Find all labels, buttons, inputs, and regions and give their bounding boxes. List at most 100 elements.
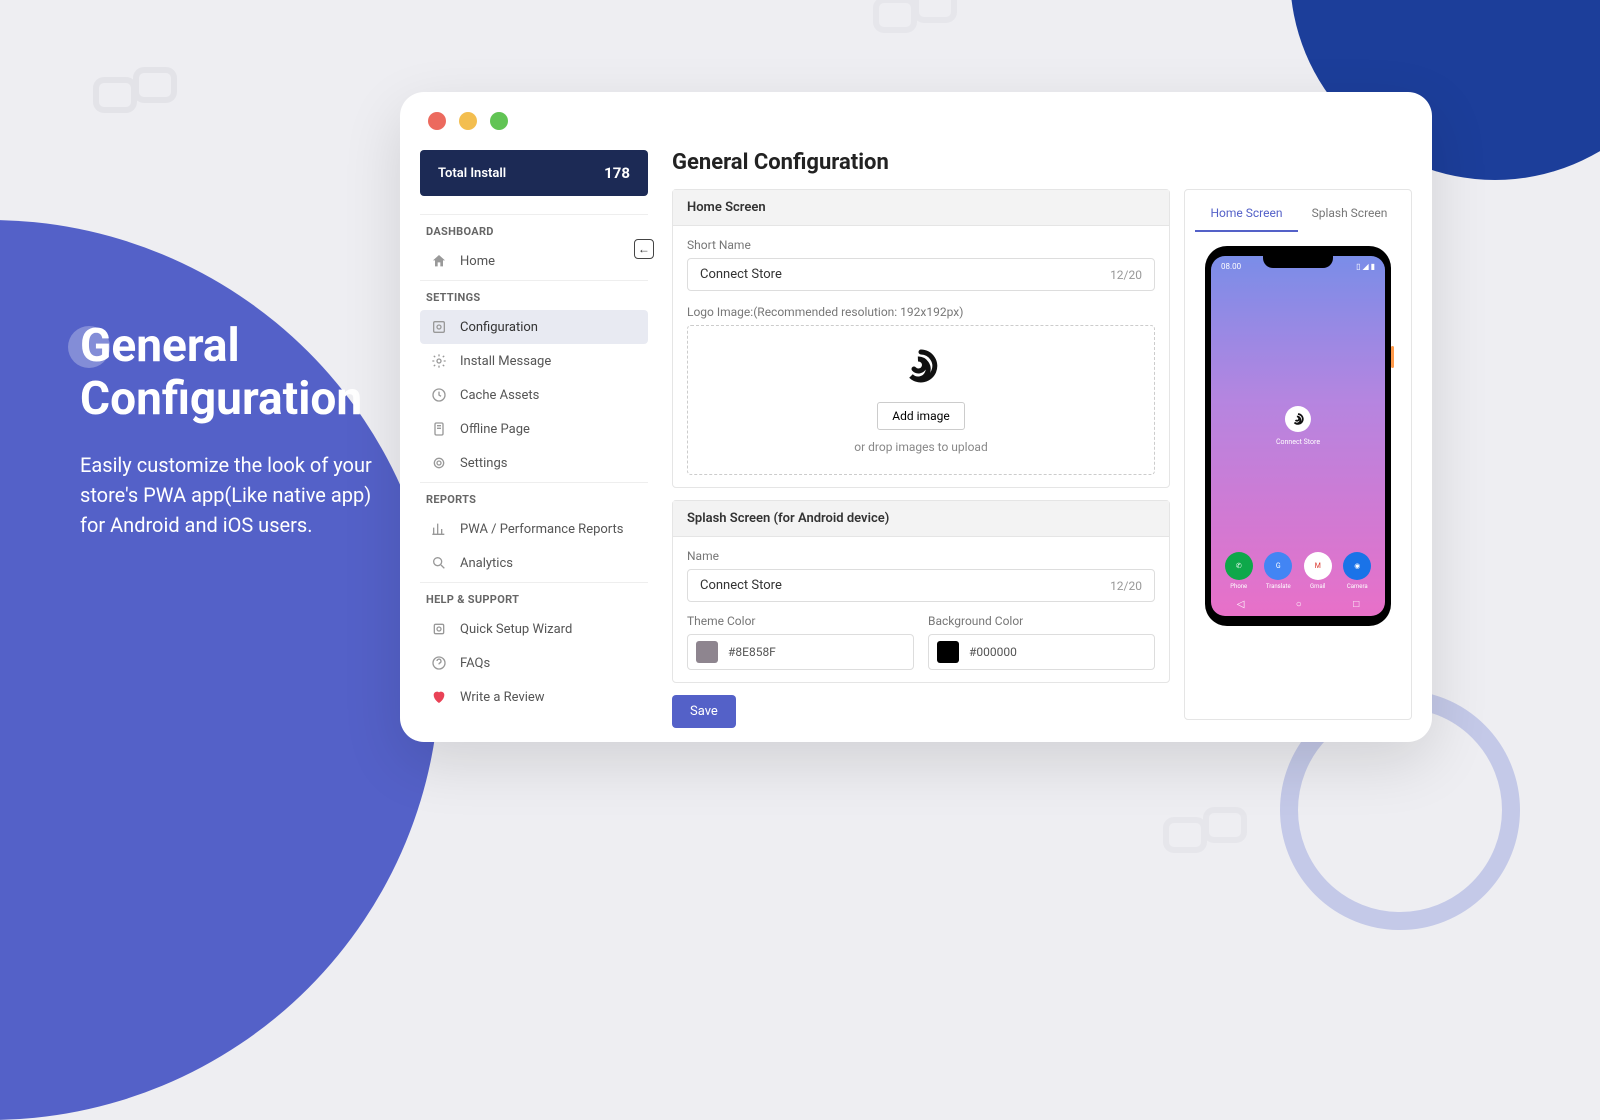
heart-icon [430, 688, 448, 706]
sidebar-item-label: Quick Setup Wizard [460, 622, 572, 637]
phone-mockup: 08.00 ▯ ◢ ▮ Connect Store ✆Phone GTransl… [1205, 246, 1391, 626]
sidebar-item-label: Cache Assets [460, 388, 539, 403]
traffic-lights [400, 92, 1432, 150]
short-name-label: Short Name [687, 238, 1155, 252]
chain-icon [870, 0, 960, 40]
marketing-desc: Easily customize the look of your store'… [80, 450, 380, 540]
splash-name-input[interactable] [700, 578, 1110, 593]
main-content: General Configuration Home Screen Short … [672, 150, 1412, 720]
sidebar: Total Install 178 DASHBOARD ← Home SETTI… [420, 150, 648, 720]
app-icon [1285, 406, 1311, 432]
signal-icon: ▯ ◢ ▮ [1356, 262, 1375, 271]
sidebar-item-analytics[interactable]: Analytics [420, 546, 648, 580]
power-button-icon [1391, 346, 1394, 368]
short-name-input[interactable] [700, 267, 1110, 282]
splash-name-label: Name [687, 549, 1155, 563]
sidebar-item-install-message[interactable]: Install Message [420, 344, 648, 378]
sidebar-header-settings: SETTINGS [420, 280, 648, 310]
bg-color-value: #000000 [969, 645, 1017, 659]
theme-color-value: #8E858F [728, 645, 776, 659]
install-label: Total Install [438, 166, 506, 181]
close-icon[interactable] [428, 112, 446, 130]
drop-hint: or drop images to upload [708, 440, 1134, 454]
gmail-app-icon: M [1304, 552, 1332, 580]
chain-icon [90, 60, 180, 120]
help-icon [430, 654, 448, 672]
marketing-copy: General Configuration Easily customize t… [80, 320, 380, 540]
sidebar-item-label: Write a Review [460, 690, 545, 705]
sidebar-item-offline-page[interactable]: Offline Page [420, 412, 648, 446]
gear-icon [430, 352, 448, 370]
camera-app-icon: ◉ [1343, 552, 1371, 580]
sidebar-header-reports: REPORTS [420, 482, 648, 512]
logo-label: Logo Image:(Recommended resolution: 192x… [687, 305, 1155, 319]
sidebar-item-faqs[interactable]: FAQs [420, 646, 648, 680]
logo-preview [708, 346, 1134, 390]
home-icon [430, 252, 448, 270]
sidebar-item-label: Home [460, 254, 495, 269]
phone-screen: 08.00 ▯ ◢ ▮ Connect Store ✆Phone GTransl… [1211, 256, 1385, 616]
preview-panel: Home Screen Splash Screen 08.00 ▯ ◢ ▮ [1184, 189, 1412, 720]
total-installs-card: Total Install 178 [420, 150, 648, 196]
sidebar-item-home[interactable]: Home [420, 244, 648, 278]
sidebar-item-pwa-reports[interactable]: PWA / Performance Reports [420, 512, 648, 546]
sidebar-item-label: FAQs [460, 656, 490, 671]
sidebar-item-label: PWA / Performance Reports [460, 522, 623, 537]
browser-window: Total Install 178 DASHBOARD ← Home SETTI… [400, 92, 1432, 742]
android-nav: ◁ ○ □ [1211, 599, 1385, 610]
save-button[interactable]: Save [672, 695, 736, 728]
home-circle-icon: ○ [1296, 599, 1302, 610]
wizard-icon [430, 620, 448, 638]
sidebar-item-cache-assets[interactable]: Cache Assets [420, 378, 648, 412]
panel-splash: Splash Screen (for Android device) Name … [672, 500, 1170, 683]
sidebar-header-help: HELP & SUPPORT [420, 582, 648, 612]
translate-app-icon: G [1264, 552, 1292, 580]
notch [1263, 256, 1333, 268]
splash-name-counter: 12/20 [1110, 579, 1142, 593]
sidebar-header-dashboard: DASHBOARD ← [420, 214, 648, 244]
app-name: Connect Store [1276, 438, 1320, 446]
spiral-icon [901, 346, 941, 386]
sidebar-item-label: Settings [460, 456, 507, 471]
status-time: 08.00 [1221, 262, 1241, 271]
config-icon [430, 318, 448, 336]
sidebar-item-label: Offline Page [460, 422, 530, 437]
marketing-title-2: Configuration [80, 372, 362, 426]
app-shortcut: Connect Store [1276, 406, 1320, 446]
accent-dot [68, 326, 110, 368]
minimize-icon[interactable] [459, 112, 477, 130]
chart-icon [430, 520, 448, 538]
sidebar-item-setup-wizard[interactable]: Quick Setup Wizard [420, 612, 648, 646]
bg-color-label: Background Color [928, 614, 1155, 628]
swatch-icon [696, 641, 718, 663]
panel-header: Splash Screen (for Android device) [673, 501, 1169, 537]
install-count: 178 [604, 164, 630, 182]
tab-splash-screen[interactable]: Splash Screen [1298, 200, 1401, 232]
sidebar-item-label: Analytics [460, 556, 513, 571]
gear-icon [430, 454, 448, 472]
short-name-input-wrap: 12/20 [687, 258, 1155, 291]
sidebar-item-settings[interactable]: Settings [420, 446, 648, 480]
collapse-sidebar-button[interactable]: ← [634, 239, 654, 259]
short-name-counter: 12/20 [1110, 268, 1142, 282]
theme-color-input[interactable]: #8E858F [687, 634, 914, 670]
logo-dropzone[interactable]: Add image or drop images to upload [687, 325, 1155, 475]
panel-header: Home Screen [673, 190, 1169, 226]
cache-icon [430, 386, 448, 404]
panel-home-screen: Home Screen Short Name 12/20 Logo Image:… [672, 189, 1170, 488]
sidebar-item-configuration[interactable]: Configuration [420, 310, 648, 344]
back-icon: ◁ [1237, 599, 1245, 610]
dock: ✆Phone GTranslate MGmail ◉Camera [1211, 552, 1385, 590]
maximize-icon[interactable] [490, 112, 508, 130]
bg-color-input[interactable]: #000000 [928, 634, 1155, 670]
sidebar-item-review[interactable]: Write a Review [420, 680, 648, 714]
add-image-button[interactable]: Add image [877, 402, 964, 430]
sidebar-item-label: Install Message [460, 354, 551, 369]
search-icon [430, 554, 448, 572]
tab-home-screen[interactable]: Home Screen [1195, 200, 1298, 232]
splash-name-input-wrap: 12/20 [687, 569, 1155, 602]
sidebar-item-label: Configuration [460, 320, 538, 335]
chain-icon [1160, 800, 1250, 860]
page-icon [430, 420, 448, 438]
marketing-title: General Configuration [80, 320, 380, 426]
